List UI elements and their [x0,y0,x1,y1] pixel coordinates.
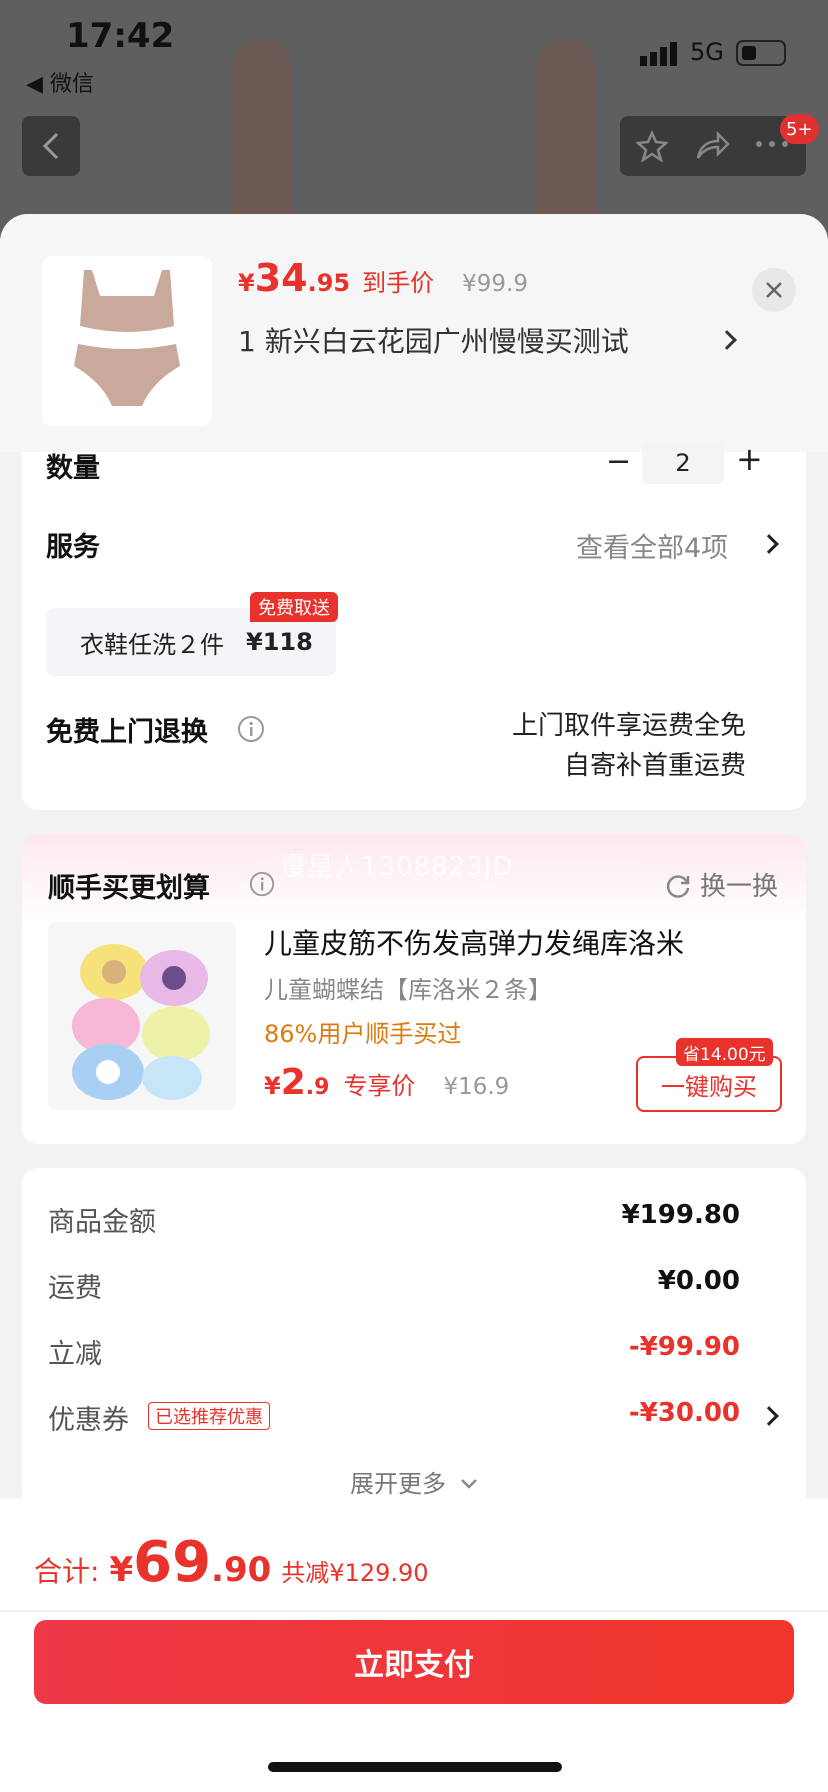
chevron-left-icon [42,132,59,160]
return-info-line2: 自寄补首重运费 [563,751,746,781]
service-chevron-icon[interactable] [759,534,779,555]
pay-now-button[interactable]: 立即支付 [34,1620,794,1704]
service-chip-price: ¥118 [246,628,313,656]
combo-product-image[interactable] [48,922,236,1110]
service-chip-text: 衣鞋任洗２件 [80,630,224,659]
combo-product-price: ¥ 2 .9 专享价 ¥16.9 [264,1062,509,1103]
status-time: 17:42 [66,16,175,56]
home-indicator[interactable] [268,1762,562,1772]
price-symbol: ¥ [264,1072,281,1100]
share-icon[interactable] [694,130,730,162]
network-type: 5G [690,38,724,66]
price-label: 专享价 [343,1072,416,1100]
free-pickup-tag: 免费取送 [250,592,338,622]
total-price: 合计: ¥ 69 .90 共减¥129.90 [34,1530,429,1595]
summary-value-coupon[interactable]: -¥30.00 [540,1398,740,1428]
info-icon[interactable] [248,870,276,898]
signal-icon [640,42,677,66]
price-label: 到手价 [362,269,435,297]
quantity-plus-button[interactable]: + [736,440,763,478]
info-icon[interactable] [236,714,266,744]
watermark: 慢星人1308823JD [280,852,514,882]
combo-product-title[interactable]: 儿童皮筋不伤发高弹力发绳库洛米 [264,922,684,962]
expand-more-label: 展开更多 [350,1470,446,1498]
battery-icon [736,40,786,66]
quantity-minus-button[interactable]: − [606,444,631,479]
total-saved: 共减¥129.90 [281,1559,429,1587]
refresh-label: 换一换 [700,872,779,902]
price-decimal: .95 [307,269,351,297]
back-to-app-link[interactable]: ◀ 微信 [26,66,94,98]
price-integer: 34 [254,256,308,300]
total-label: 合计: [34,1555,100,1588]
nav-back-button[interactable] [22,116,80,176]
summary-label-shipping: 运费 [48,1273,102,1304]
service-label: 服务 [46,532,100,563]
combo-title: 顺手买更划算 [48,873,210,904]
combo-product-rate: 86%用户顺手买过 [264,1020,462,1048]
return-info-line1: 上门取件享运费全免 [511,711,746,741]
refresh-button[interactable]: 换一换 [664,866,778,903]
message-badge: 5+ [780,114,819,144]
original-price: ¥16.9 [443,1074,510,1100]
product-thumbnail [42,256,212,426]
combo-product-variant: 儿童蝴蝶结【库洛米２条】 [264,976,552,1004]
nav-actions [620,116,806,176]
coupon-chevron-icon[interactable] [759,1406,779,1427]
summary-value-goods: ¥199.80 [621,1200,740,1230]
delivery-address[interactable]: 1 新兴白云花园广州慢慢买测试 [238,320,758,360]
header-price: ¥ 34 .95 到手价 ¥99.9 [238,256,528,306]
original-price: ¥99.9 [462,271,528,297]
total-decimal: .90 [211,1550,272,1590]
summary-label-goods: 商品金额 [48,1207,156,1238]
close-icon [766,282,782,298]
close-button[interactable] [752,268,796,312]
total-integer: 69 [133,1530,212,1595]
star-icon[interactable] [636,130,668,162]
summary-value-shipping: ¥0.00 [657,1266,740,1296]
summary-label-coupon: 优惠券 [48,1405,129,1436]
return-info: 上门取件享运费全免 自寄补首重运费 [460,706,746,786]
price-symbol: ¥ [238,269,255,297]
refresh-icon [666,875,690,898]
product-strap-right [536,40,596,240]
address-chevron-icon[interactable] [717,330,737,351]
quantity-input[interactable]: 2 [642,442,724,484]
summary-label-discount: 立减 [48,1339,102,1370]
total-symbol: ¥ [109,1550,134,1590]
price-integer: 2 [280,1062,306,1103]
summary-value-discount: -¥99.90 [628,1332,740,1362]
product-strap-left [232,40,292,240]
coupon-recommended-tag: 已选推荐优惠 [148,1402,270,1430]
quantity-label: 数量 [46,453,100,484]
service-view-all-link[interactable]: 查看全部4项 [576,526,728,565]
save-tag: 省14.00元 [676,1038,773,1066]
chevron-down-icon [460,1479,477,1489]
divider [0,1610,828,1612]
free-return-label: 免费上门退换 [46,717,208,748]
expand-more-button[interactable]: 展开更多 [350,1464,478,1499]
price-decimal: .9 [305,1075,330,1100]
